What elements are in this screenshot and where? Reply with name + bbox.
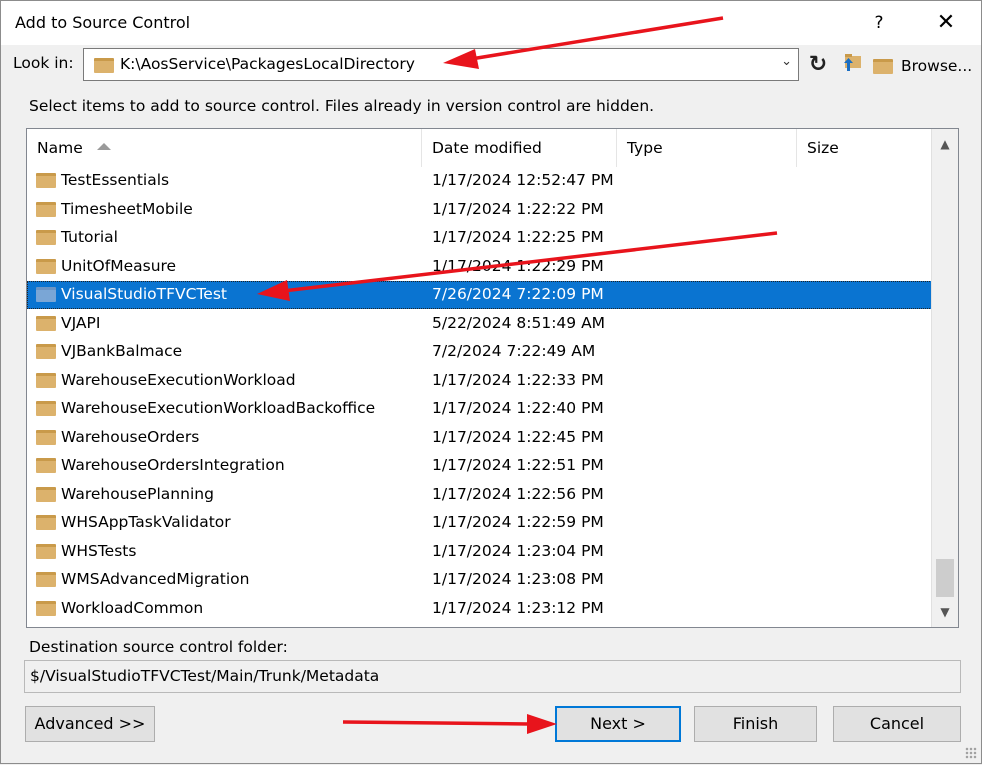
folder-icon [36, 401, 56, 416]
column-name-label: Name [37, 139, 83, 157]
item-date: 1/17/2024 1:22:59 PM [432, 513, 604, 531]
title-bar: Add to Source Control ? ✕ [1, 1, 981, 45]
vertical-scrollbar[interactable]: ▲ ▼ [931, 129, 958, 627]
folder-icon [36, 543, 56, 559]
item-date: 1/17/2024 1:22:25 PM [432, 228, 604, 246]
folder-icon [36, 515, 56, 530]
item-date: 1/17/2024 1:23:08 PM [432, 570, 604, 588]
folder-icon [36, 173, 56, 188]
look-in-combobox[interactable]: K:\AosService\PackagesLocalDirectory ⌄ [83, 48, 799, 81]
list-item[interactable]: WHSTests 1/17/2024 1:23:04 PM [27, 538, 932, 566]
item-name: UnitOfMeasure [61, 256, 177, 275]
item-date: 1/17/2024 1:22:56 PM [432, 484, 604, 503]
folder-icon [873, 59, 893, 74]
list-item[interactable]: WarehouseExecutionWorkloadBackoffice 1/17… [27, 395, 932, 423]
folder-icon [36, 201, 56, 217]
list-item[interactable]: VJAPI 5/22/2024 8:51:49 AM [27, 310, 932, 338]
item-name: VisualStudioTFVCTest [61, 285, 227, 303]
folder-icon [36, 486, 56, 502]
scroll-thumb[interactable] [936, 559, 954, 597]
help-button[interactable]: ? [859, 7, 899, 39]
folder-icon [36, 458, 56, 473]
item-name: WorkloadCommon [61, 598, 204, 617]
finish-button[interactable]: Finish [694, 706, 817, 742]
folder-icon [36, 287, 56, 302]
column-header-date-modified[interactable]: Date modified [422, 129, 617, 167]
item-name: WMSAdvancedMigration [61, 570, 250, 588]
close-button[interactable]: ✕ [923, 7, 969, 39]
item-date: 1/17/2024 12:52:47 PM [432, 171, 614, 189]
resize-grip[interactable] [965, 747, 977, 759]
item-name: TestEssentials [61, 171, 170, 189]
item-name: VJBankBalmace [61, 342, 183, 360]
cancel-button[interactable]: Cancel [833, 706, 961, 742]
column-header-type[interactable]: Type [617, 129, 797, 167]
scroll-up-icon[interactable]: ▲ [932, 129, 958, 159]
refresh-icon[interactable]: ↻ [805, 51, 831, 79]
window-title: Add to Source Control [15, 13, 191, 32]
folder-icon [36, 315, 56, 331]
item-date: 1/17/2024 1:22:22 PM [432, 199, 604, 218]
list-item[interactable]: WHSAppTaskValidator 1/17/2024 1:22:59 PM [27, 509, 932, 537]
item-date: 1/17/2024 1:22:51 PM [432, 456, 604, 474]
item-date: 1/17/2024 1:22:33 PM [432, 370, 604, 389]
item-name: WarehouseOrdersIntegration [61, 456, 285, 474]
annotation-arrow-next-button [342, 714, 557, 734]
item-name: Tutorial [61, 228, 118, 246]
folder-icon [36, 572, 56, 587]
item-name: WHSTests [61, 541, 137, 560]
list-item-selected[interactable]: VisualStudioTFVCTest 7/26/2024 7:22:09 PM [27, 281, 932, 309]
instructions-text: Select items to add to source control. F… [29, 97, 655, 115]
folder-icon [36, 344, 56, 359]
item-name: WarehousePlanning [61, 484, 214, 503]
add-to-source-control-dialog: Add to Source Control ? ✕ Look in: K:\Ao… [0, 0, 982, 764]
item-name: VJAPI [61, 313, 101, 332]
item-name: WarehouseOrders [61, 427, 200, 446]
item-date: 1/17/2024 1:22:40 PM [432, 399, 604, 417]
destination-label: Destination source control folder: [29, 638, 288, 656]
scroll-down-icon[interactable]: ▼ [932, 597, 958, 627]
list-item[interactable]: WarehousePlanning 1/17/2024 1:22:56 PM [27, 481, 932, 509]
list-item[interactable]: TimesheetMobile 1/17/2024 1:22:22 PM [27, 196, 932, 224]
item-name: WHSAppTaskValidator [61, 513, 231, 531]
look-in-path: K:\AosService\PackagesLocalDirectory [120, 55, 415, 73]
chevron-down-icon[interactable]: ⌄ [781, 54, 792, 69]
list-item[interactable]: WarehouseOrders 1/17/2024 1:22:45 PM [27, 424, 932, 452]
item-name: WarehouseExecutionWorkloadBackoffice [61, 399, 376, 417]
file-list[interactable]: Name Date modified Type Size TestEssenti… [26, 128, 959, 628]
list-item[interactable]: Tutorial 1/17/2024 1:22:25 PM [27, 224, 932, 252]
column-header-size[interactable]: Size [797, 129, 932, 167]
sort-ascending-icon [96, 143, 111, 150]
folder-icon [36, 600, 56, 616]
folder-icon [36, 230, 56, 245]
destination-folder-field[interactable]: $/VisualStudioTFVCTest/Main/Trunk/Metada… [24, 660, 961, 693]
folder-icon [36, 258, 56, 274]
list-item[interactable]: WarehouseOrdersIntegration 1/17/2024 1:22… [27, 452, 932, 480]
up-folder-icon[interactable] [839, 51, 865, 79]
list-item[interactable]: VJBankBalmace 7/2/2024 7:22:49 AM [27, 338, 932, 366]
column-header-name[interactable]: Name [27, 129, 422, 167]
item-date: 1/17/2024 1:23:12 PM [432, 598, 604, 617]
folder-icon [36, 429, 56, 445]
list-item[interactable]: UnitOfMeasure 1/17/2024 1:22:29 PM [27, 253, 932, 281]
item-name: TimesheetMobile [61, 199, 193, 218]
look-in-label: Look in: [13, 54, 74, 72]
item-date: 1/17/2024 1:22:45 PM [432, 427, 604, 446]
destination-folder-value: $/VisualStudioTFVCTest/Main/Trunk/Metada… [30, 667, 380, 685]
folder-icon [36, 372, 56, 388]
folder-icon [94, 58, 114, 73]
list-item[interactable]: WarehouseExecutionWorkload 1/17/2024 1:22… [27, 367, 932, 395]
item-date: 1/17/2024 1:22:29 PM [432, 256, 604, 275]
item-date: 5/22/2024 8:51:49 AM [432, 313, 606, 332]
item-date: 7/26/2024 7:22:09 PM [432, 285, 604, 303]
item-date: 7/2/2024 7:22:49 AM [432, 342, 596, 360]
next-button[interactable]: Next > [555, 706, 681, 742]
browse-label: Browse... [901, 57, 973, 75]
item-date: 1/17/2024 1:23:04 PM [432, 541, 604, 560]
list-item[interactable]: WMSAdvancedMigration 1/17/2024 1:23:08 PM [27, 566, 932, 594]
item-name: WarehouseExecutionWorkload [61, 370, 296, 389]
list-item[interactable]: WorkloadCommon 1/17/2024 1:23:12 PM [27, 595, 932, 623]
advanced-button[interactable]: Advanced >> [25, 706, 155, 742]
list-item[interactable]: TestEssentials 1/17/2024 12:52:47 PM [27, 167, 932, 195]
